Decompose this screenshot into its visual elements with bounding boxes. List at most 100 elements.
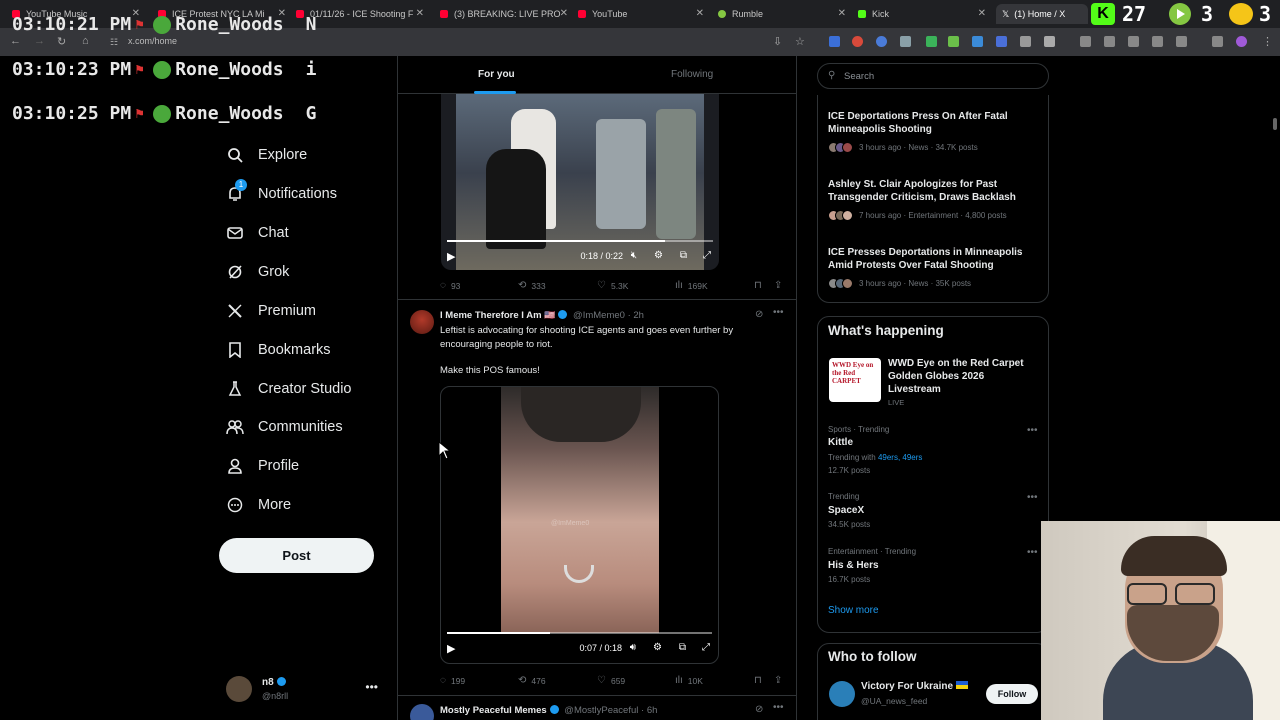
tweet-author-name[interactable]: Mostly Peaceful Memes [440,705,547,716]
page-scrollbar[interactable] [1272,60,1278,720]
picture-in-picture-icon[interactable]: ⧉ [680,250,687,261]
trend-name[interactable]: Kittle [828,437,853,448]
more-dots-icon[interactable]: ••• [773,307,784,318]
follow-button[interactable]: Follow [986,684,1038,704]
profile-avatar-icon[interactable] [1236,36,1247,47]
repost-button[interactable]: ⟲ 476 [518,675,546,686]
close-icon[interactable]: ✕ [560,8,568,19]
extension-icon[interactable] [900,36,911,47]
more-dots-icon[interactable]: ••• [1027,547,1038,558]
more-dots-icon[interactable]: ••• [365,680,378,694]
live-event-title[interactable]: WWD Eye on the Red Carpet Golden Globes … [888,357,1038,396]
avatar[interactable] [829,681,855,707]
extension-icon[interactable] [1212,36,1223,47]
trend-name[interactable]: His & Hers [828,560,879,571]
close-icon[interactable]: ✕ [696,8,704,19]
news-item-title[interactable]: ICE Deportations Press On After Fatal Mi… [828,110,1038,136]
install-app-icon[interactable]: ⇩ [773,35,782,48]
trend-context-links[interactable]: 49ers, 49ers [878,453,922,462]
grok-icon[interactable]: ⊘ [755,704,763,715]
tab-following[interactable]: Following [671,69,713,80]
share-button[interactable]: ⇪ [774,280,787,291]
reply-button[interactable]: ◌ 199 [440,675,465,686]
tweet-timestamp[interactable]: 2h [633,310,644,321]
extension-icon[interactable] [948,36,959,47]
browser-tab-kick[interactable]: Kick ✕ [858,4,986,24]
sidebar-item-bookmarks[interactable]: Bookmarks [226,338,331,362]
sidebar-item-explore[interactable]: Explore [226,143,307,167]
extension-icon[interactable] [1104,36,1115,47]
news-item-title[interactable]: ICE Presses Deportations in Minneapolis … [828,246,1038,272]
extension-icon[interactable] [1020,36,1031,47]
fullscreen-icon[interactable]: ⤢ [702,642,710,653]
more-dots-icon[interactable]: ••• [773,702,784,713]
settings-gear-icon[interactable]: ⚙ [653,642,662,653]
reply-button[interactable]: ◌ 93 [440,280,460,291]
tab-for-you[interactable]: For you [478,69,515,80]
extensions-puzzle-icon[interactable] [1044,36,1055,47]
sidebar-item-chat[interactable]: Chat [226,221,289,245]
scrollbar-thumb[interactable] [1273,118,1277,130]
trend-name[interactable]: SpaceX [828,505,864,516]
tweet-video-player[interactable]: @ImMeme0 ▶ 0:07 / 0:18 🔊︎ ⚙ ⧉ ⤢ [440,386,719,664]
picture-in-picture-icon[interactable]: ⧉ [679,642,686,653]
close-icon[interactable]: ✕ [416,8,424,19]
play-icon[interactable]: ▶ [447,642,455,655]
sidebar-item-more[interactable]: More [226,493,291,517]
like-button[interactable]: ♡ 659 [597,675,625,686]
extension-icon[interactable] [1080,36,1091,47]
play-icon[interactable]: ▶ [447,250,455,263]
post-button[interactable]: Post [219,538,374,573]
sidebar-item-creator-studio[interactable]: Creator Studio [226,377,352,401]
close-icon[interactable]: ✕ [838,8,846,19]
search-input[interactable] [844,68,1034,84]
sidebar-item-premium[interactable]: Premium [226,299,316,323]
bookmark-button[interactable]: ⊓ [754,280,767,291]
browser-tab-x-home[interactable]: 𝕏 (1) Home / X [996,4,1088,24]
search-box[interactable]: ⚲ [817,63,1049,89]
views-button[interactable]: ılı 10K [675,675,703,686]
extension-icon[interactable] [972,36,983,47]
extension-icon[interactable] [852,36,863,47]
account-switcher[interactable]: n8 @n8rll ••• [226,676,386,706]
extension-icon[interactable] [996,36,1007,47]
extension-icon[interactable] [1176,36,1187,47]
extension-icon[interactable] [829,36,840,47]
extension-icon[interactable] [926,36,937,47]
tweet-author-handle[interactable]: @MostlyPeaceful [564,705,638,716]
close-icon[interactable]: ✕ [978,8,986,19]
tweet-author-name[interactable]: I Meme Therefore I Am [440,310,542,321]
like-button[interactable]: ♡ 5.3K [597,280,628,291]
menu-kebab-icon[interactable]: ⋮ [1262,35,1273,48]
more-dots-icon[interactable]: ••• [1027,425,1038,436]
mute-icon[interactable]: 🔇︎ [631,250,637,261]
suggestion-name[interactable]: Victory For Ukraine [861,681,968,692]
video-progress-bar[interactable] [447,240,713,242]
news-item-title[interactable]: Ashley St. Clair Apologizes for Past Tra… [828,178,1038,204]
sidebar-item-profile[interactable]: Profile [226,454,299,478]
show-more-link[interactable]: Show more [828,605,879,616]
sidebar-item-grok[interactable]: Grok [226,260,289,284]
avatar[interactable] [410,310,434,334]
extension-icon[interactable] [1128,36,1139,47]
extension-icon[interactable] [1152,36,1163,47]
sidebar-item-notifications[interactable]: 1 Notifications [226,179,337,206]
more-dots-icon[interactable]: ••• [1027,492,1038,503]
tweet-timestamp[interactable]: 6h [647,705,658,716]
browser-tab-youtube[interactable]: YouTube ✕ [578,4,704,24]
bookmark-button[interactable]: ⊓ [754,675,767,686]
tweet-video-player[interactable]: ▶ 0:18 / 0:22 🔇︎ ⚙ ⧉ ⤢ [441,94,719,270]
views-button[interactable]: ılı 169K [675,280,708,291]
repost-button[interactable]: ⟲ 333 [518,280,546,291]
live-event-thumbnail[interactable]: WWD Eye on the Red CARPET [829,358,881,402]
tweet-author-handle[interactable]: @ImMeme0 [573,310,625,321]
bookmark-star-icon[interactable]: ☆ [795,35,805,48]
extension-icon[interactable] [876,36,887,47]
grok-icon[interactable]: ⊘ [755,309,763,320]
video-progress-bar[interactable] [447,632,712,634]
browser-tab-breaking-live[interactable]: (3) BREAKING: LIVE PRO ✕ [440,4,568,24]
browser-tab-rumble[interactable]: Rumble ✕ [718,4,846,24]
sidebar-item-communities[interactable]: Communities [226,415,343,439]
volume-icon[interactable]: 🔊︎ [630,642,636,653]
settings-gear-icon[interactable]: ⚙ [654,250,663,261]
